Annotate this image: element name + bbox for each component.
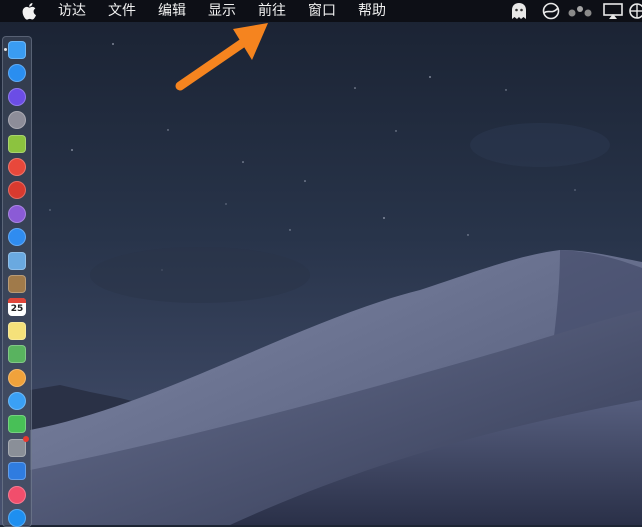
annotation-arrow: [175, 23, 268, 91]
